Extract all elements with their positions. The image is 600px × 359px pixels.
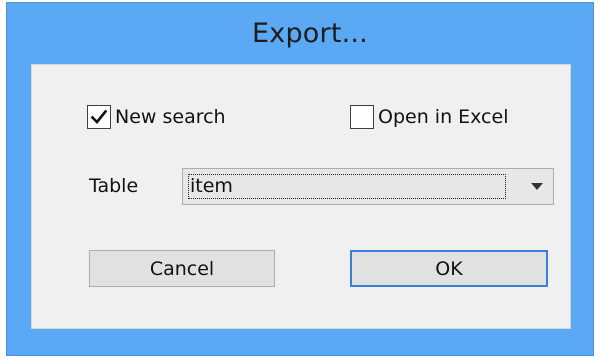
ok-button[interactable]: OK: [350, 250, 548, 287]
new-search-checkbox-box[interactable]: [87, 105, 111, 129]
table-select-value: item: [188, 174, 506, 199]
title-bar[interactable]: Export...: [7, 3, 593, 63]
new-search-checkbox[interactable]: New search: [87, 105, 226, 129]
new-search-label: New search: [115, 106, 226, 128]
checkmark-icon: [90, 109, 108, 124]
dialog-body: New search Open in Excel Table item Canc…: [31, 64, 571, 329]
open-in-excel-checkbox[interactable]: Open in Excel: [350, 105, 508, 129]
screen: Export... New search Open in Excel Table…: [0, 0, 600, 359]
table-select[interactable]: item: [182, 168, 554, 205]
table-label: Table: [89, 175, 139, 197]
dialog-title: Export...: [252, 17, 368, 49]
open-in-excel-checkbox-box[interactable]: [350, 105, 374, 129]
export-dialog: Export... New search Open in Excel Table…: [6, 2, 594, 356]
open-in-excel-label: Open in Excel: [378, 106, 509, 128]
chevron-down-icon[interactable]: [531, 183, 543, 190]
cancel-button[interactable]: Cancel: [89, 250, 275, 287]
